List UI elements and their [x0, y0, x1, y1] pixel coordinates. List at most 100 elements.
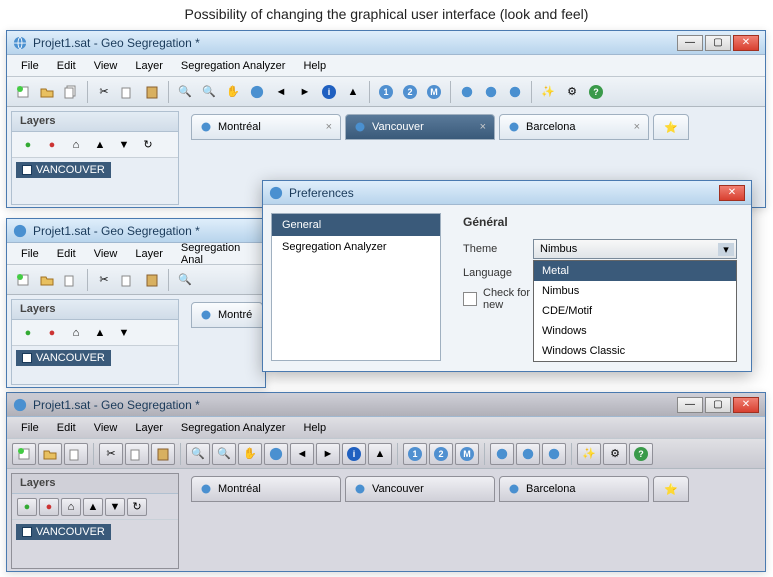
menu-segregation-analyzer[interactable]: Segregation Analyzer	[173, 419, 294, 437]
menu-file[interactable]: File	[13, 57, 47, 75]
open-icon[interactable]	[36, 81, 58, 103]
open-icon[interactable]	[36, 269, 58, 291]
tab-vancouver[interactable]: Vancouver×	[345, 114, 495, 140]
zoom-in-icon[interactable]: 🔍	[174, 81, 196, 103]
maximize-button[interactable]: ▢	[705, 35, 731, 51]
globe-tool-2-icon[interactable]	[480, 81, 502, 103]
zoom-out-icon[interactable]: 🔍	[212, 443, 236, 465]
globe-icon[interactable]	[246, 81, 268, 103]
paste-icon[interactable]	[151, 443, 175, 465]
theme-option-cdemotif[interactable]: CDE/Motif	[534, 301, 736, 321]
cut-icon[interactable]: ✂	[93, 269, 115, 291]
menu-layer[interactable]: Layer	[127, 419, 171, 437]
down-icon[interactable]: ▼	[113, 322, 135, 344]
tab-new[interactable]: ⭐	[653, 476, 689, 502]
marker-m-icon[interactable]: M	[455, 443, 479, 465]
new-layer-icon[interactable]	[12, 269, 34, 291]
wand-icon[interactable]: ✨	[537, 81, 559, 103]
layer-item[interactable]: VANCOUVER	[16, 162, 111, 178]
layer-item[interactable]: VANCOUVER	[16, 350, 111, 366]
check-updates-checkbox[interactable]	[463, 292, 477, 306]
minimize-button[interactable]: —	[677, 397, 703, 413]
zoom-out-icon[interactable]: 🔍	[198, 81, 220, 103]
titlebar[interactable]: Preferences ✕	[263, 181, 751, 205]
copy2-icon[interactable]	[125, 443, 149, 465]
theme-option-windows[interactable]: Windows	[534, 321, 736, 341]
menu-view[interactable]: View	[86, 245, 126, 263]
pan-icon[interactable]: ✋	[238, 443, 262, 465]
down-icon[interactable]: ▼	[113, 134, 135, 156]
tab-barcelona[interactable]: Barcelona×	[499, 114, 649, 140]
theme-option-windows-classic[interactable]: Windows Classic	[534, 341, 736, 361]
menu-layer[interactable]: Layer	[127, 57, 171, 75]
tab-close-icon[interactable]: ×	[326, 121, 332, 133]
theme-option-metal[interactable]: Metal	[534, 261, 736, 281]
home-icon[interactable]: ⌂	[65, 322, 87, 344]
paste-icon[interactable]	[141, 269, 163, 291]
marker-2-icon[interactable]: 2	[429, 443, 453, 465]
menu-view[interactable]: View	[86, 57, 126, 75]
home-icon[interactable]: ⌂	[65, 134, 87, 156]
add-icon[interactable]: ●	[17, 134, 39, 156]
globe-tool-3-icon[interactable]	[542, 443, 566, 465]
tab-close-icon[interactable]: ×	[634, 121, 640, 133]
prefs-cat-general[interactable]: General	[272, 214, 440, 236]
copy-icon[interactable]	[64, 443, 88, 465]
theme-combo[interactable]: Nimbus ▾ Metal Nimbus CDE/Motif Windows …	[533, 239, 737, 259]
titlebar[interactable]: Projet1.sat - Geo Segregation * — ▢ ✕	[7, 31, 765, 55]
menu-layer[interactable]: Layer	[127, 245, 171, 263]
open-icon[interactable]	[38, 443, 62, 465]
close-button[interactable]: ✕	[719, 185, 745, 201]
menu-edit[interactable]: Edit	[49, 419, 84, 437]
tab-montreal[interactable]: Montréal	[191, 476, 341, 502]
paste-icon[interactable]	[141, 81, 163, 103]
menu-edit[interactable]: Edit	[49, 57, 84, 75]
info-icon[interactable]: i	[318, 81, 340, 103]
tab-close-icon[interactable]: ×	[480, 121, 486, 133]
back-icon[interactable]: ◄	[270, 81, 292, 103]
add-icon[interactable]: ●	[17, 322, 39, 344]
globe-tool-3-icon[interactable]	[504, 81, 526, 103]
copy-icon[interactable]	[60, 269, 82, 291]
cut-icon[interactable]: ✂	[93, 81, 115, 103]
tab-vancouver[interactable]: Vancouver	[345, 476, 495, 502]
tab-montreal[interactable]: Montréal×	[191, 114, 341, 140]
home-icon[interactable]: ⌂	[61, 498, 81, 516]
theme-option-nimbus[interactable]: Nimbus	[534, 281, 736, 301]
globe-tool-1-icon[interactable]	[456, 81, 478, 103]
wand-icon[interactable]: ✨	[577, 443, 601, 465]
add-icon[interactable]: ●	[17, 498, 37, 516]
prefs-cat-segregation[interactable]: Segregation Analyzer	[272, 236, 440, 258]
refresh-icon[interactable]: ↻	[127, 498, 147, 516]
gear-icon[interactable]: ⚙	[603, 443, 627, 465]
new-layer-icon[interactable]	[12, 443, 36, 465]
layer-item[interactable]: VANCOUVER	[16, 524, 111, 540]
new-layer-icon[interactable]	[12, 81, 34, 103]
marker-1-icon[interactable]: 1	[375, 81, 397, 103]
menu-segregation-analyzer[interactable]: Segregation Analyzer	[173, 57, 294, 75]
copy2-icon[interactable]	[117, 269, 139, 291]
globe-icon[interactable]	[264, 443, 288, 465]
globe-tool-2-icon[interactable]	[516, 443, 540, 465]
remove-icon[interactable]: ●	[41, 322, 63, 344]
up-icon[interactable]: ▲	[89, 134, 111, 156]
help-icon[interactable]: ?	[585, 81, 607, 103]
tab-barcelona[interactable]: Barcelona	[499, 476, 649, 502]
up-icon[interactable]: ▲	[83, 498, 103, 516]
menu-help[interactable]: Help	[295, 419, 334, 437]
menu-segregation-analyzer[interactable]: Segregation Anal	[173, 239, 259, 269]
maximize-button[interactable]: ▢	[705, 397, 731, 413]
remove-icon[interactable]: ●	[39, 498, 59, 516]
tab-new[interactable]: ⭐	[653, 114, 689, 140]
globe-tool-1-icon[interactable]	[490, 443, 514, 465]
minimize-button[interactable]: —	[677, 35, 703, 51]
menu-help[interactable]: Help	[295, 57, 334, 75]
up-icon[interactable]: ▲	[89, 322, 111, 344]
marker-1-icon[interactable]: 1	[403, 443, 427, 465]
gear-icon[interactable]: ⚙	[561, 81, 583, 103]
pointer-icon[interactable]: ▲	[368, 443, 392, 465]
titlebar[interactable]: Projet1.sat - Geo Segregation * — ▢ ✕	[7, 393, 765, 417]
close-button[interactable]: ✕	[733, 35, 759, 51]
close-button[interactable]: ✕	[733, 397, 759, 413]
back-icon[interactable]: ◄	[290, 443, 314, 465]
